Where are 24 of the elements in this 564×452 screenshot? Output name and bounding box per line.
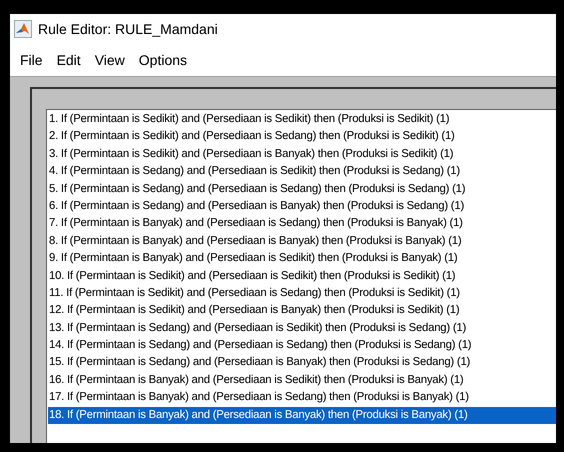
- menu-item[interactable]: Options: [138, 52, 188, 68]
- rule-item[interactable]: 12. If (Permintaan is Sedikit) and (Persediaan is Banyak) then (Produksi is Sedikit) (1): [48, 302, 556, 320]
- rule-item[interactable]: 4. If (Permintaan is Sedang) and (Persediaan is Sedikit) then (Produksi is Sedang) (1): [48, 163, 556, 181]
- rule-item[interactable]: 1. If (Permintaan is Sedikit) and (Persediaan is Sedikit) then (Produksi is Sedikit) (1): [48, 111, 556, 128]
- rule-item[interactable]: 5. If (Permintaan is Sedang) and (Persediaan is Sedang) then (Produksi is Sedang) (1): [48, 180, 556, 198]
- rule-item[interactable]: 17. If (Permintaan is Banyak) and (Persediaan is Sedang) then (Produksi is Banyak) (1): [48, 389, 556, 407]
- rule-item[interactable]: 7. If (Permintaan is Banyak) and (Persediaan is Sedang) then (Produksi is Banyak) (1): [48, 215, 556, 233]
- rule-item[interactable]: 18. If (Permintaan is Banyak) and (Persediaan is Banyak) then (Produksi is Banyak) (1): [48, 406, 556, 424]
- window-title: Rule Editor: RULE_Mamdani: [38, 21, 218, 37]
- rule-item[interactable]: 15. If (Permintaan is Sedang) and (Persediaan is Banyak) then (Produksi is Sedang) (1): [48, 354, 556, 372]
- rule-item[interactable]: 11. If (Permintaan is Sedikit) and (Persediaan is Sedang) then (Produksi is Sedikit) (1): [48, 284, 556, 302]
- rule-item[interactable]: 6. If (Permintaan is Sedang) and (Persediaan is Banyak) then (Produksi is Sedang) (1): [48, 198, 556, 216]
- rule-item[interactable]: 10. If (Permintaan is Sedikit) and (Persediaan is Sedikit) then (Produksi is Sedikit) (1): [48, 268, 556, 285]
- menu-item[interactable]: File: [20, 52, 43, 68]
- menu-item[interactable]: Edit: [56, 52, 81, 68]
- rule-item[interactable]: 2. If (Permintaan is Sedikit) and (Persediaan is Sedang) then (Produksi is Sedikit) (1): [48, 128, 556, 146]
- rule-item[interactable]: 9. If (Permintaan is Banyak) and (Persediaan is Sedikit) then (Produksi is Banyak) (1): [48, 250, 556, 268]
- app-logo-icon: [14, 20, 32, 38]
- menu-item[interactable]: View: [94, 52, 125, 68]
- rule-item[interactable]: 16. If (Permintaan is Banyak) and (Persediaan is Sedikit) then (Produksi is Banyak) (1): [48, 372, 556, 390]
- rule-item[interactable]: 3. If (Permintaan is Sedikit) and (Persediaan is Banyak) then (Produksi is Sedikit) (1): [48, 146, 556, 164]
- rule-item[interactable]: 8. If (Permintaan is Banyak) and (Persediaan is Banyak) then (Produksi is Banyak) (1): [48, 232, 556, 250]
- rule-item[interactable]: 13. If (Permintaan is Sedang) and (Persediaan is Sedikit) then (Produksi is Sedang) (1): [48, 320, 556, 338]
- rule-item[interactable]: 14. If (Permintaan is Sedang) and (Persediaan is Sedang) then (Produksi is Sedang) (1): [48, 337, 556, 354]
